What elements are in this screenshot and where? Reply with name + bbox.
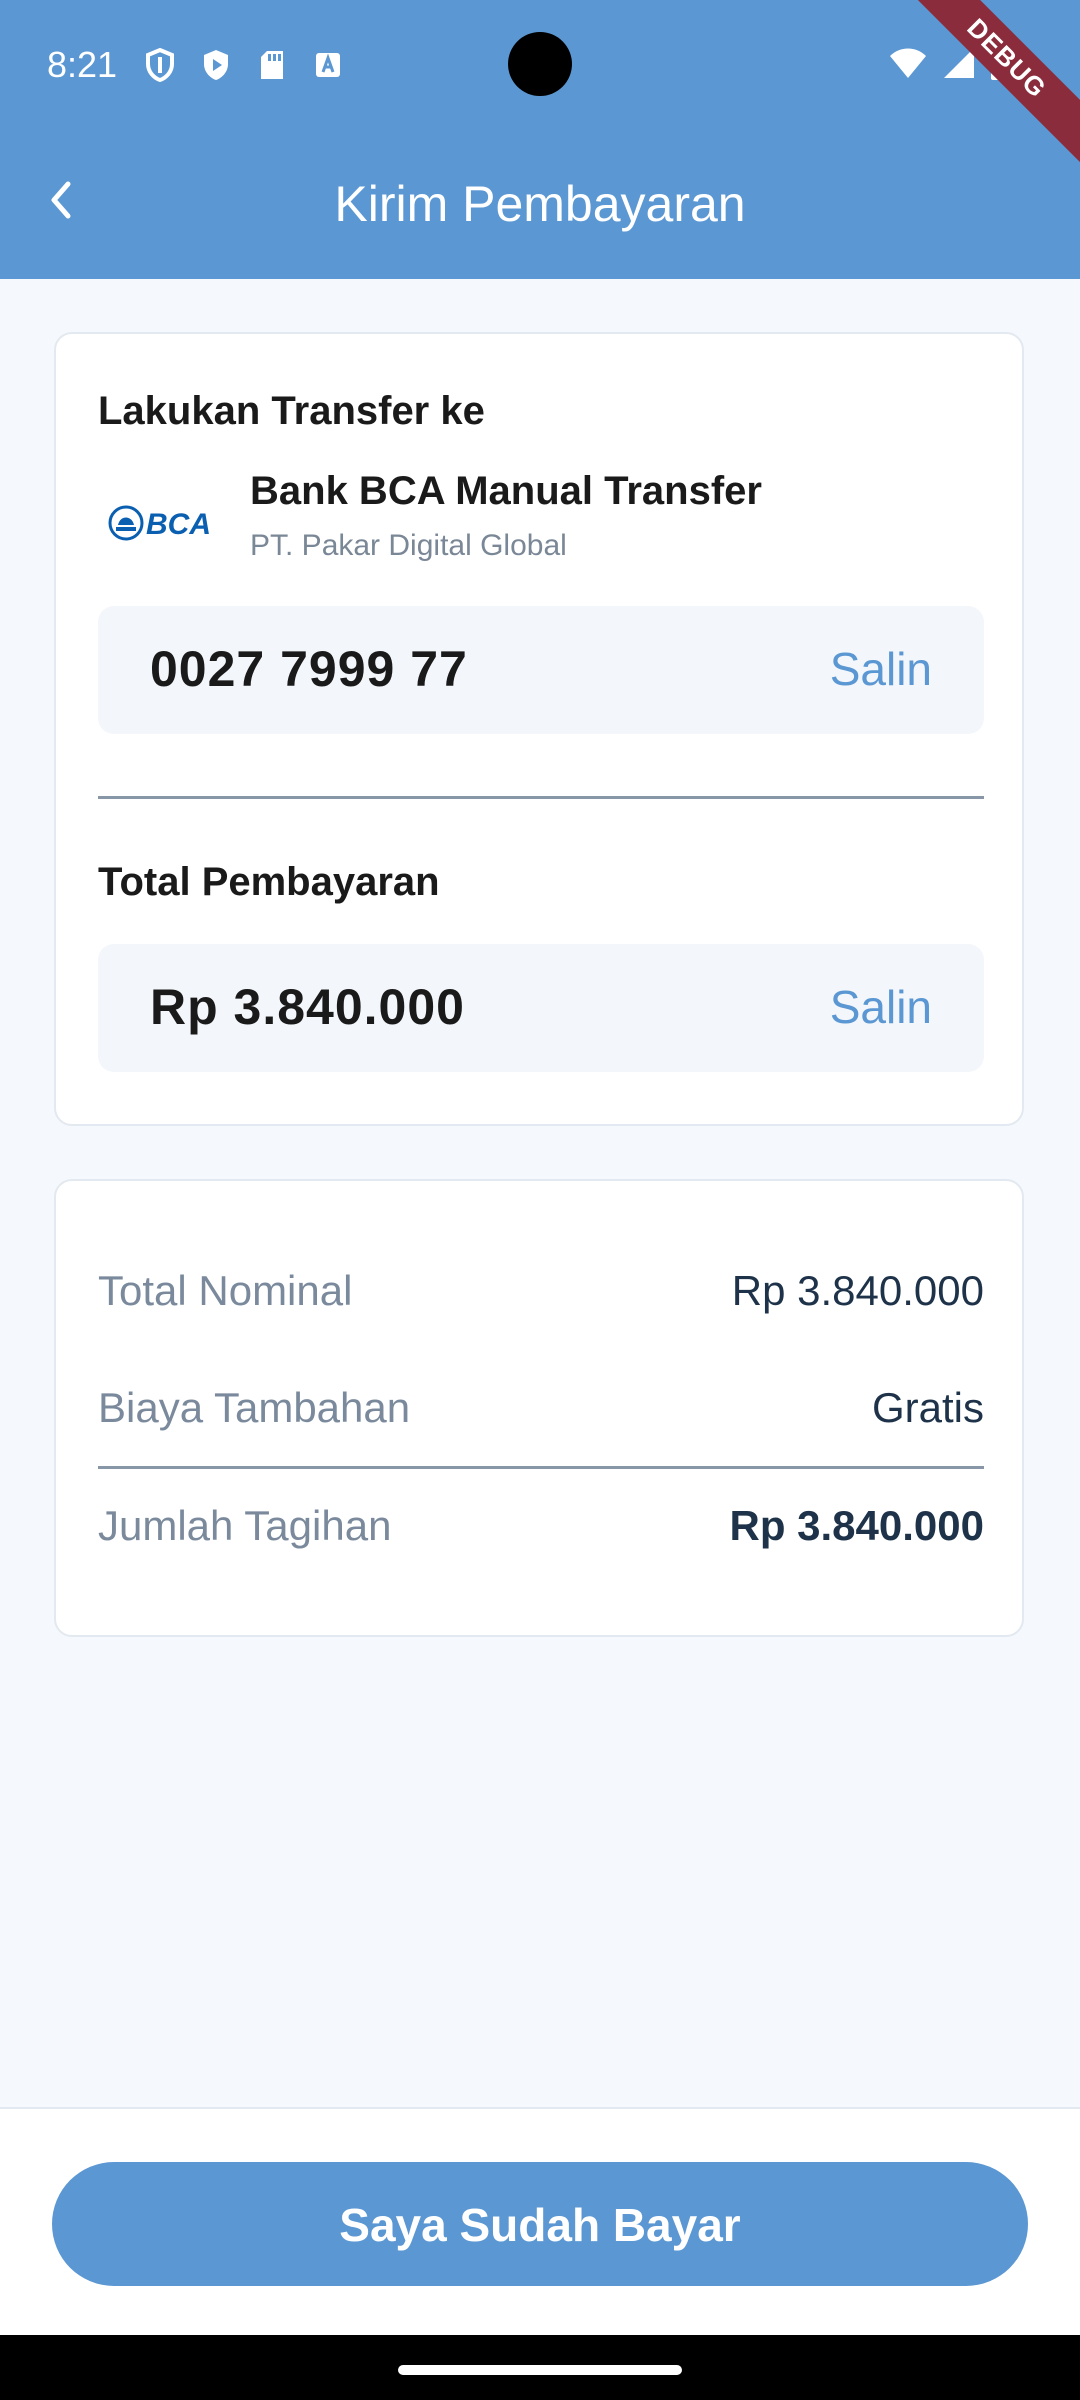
summary-divider — [98, 1466, 984, 1469]
status-bar: 8:21 DEBUG — [0, 0, 1080, 170]
summary-row-bill: Jumlah Tagihan Rp 3.840.000 — [98, 1502, 984, 1558]
bottom-action-bar: Saya Sudah Bayar — [0, 2107, 1080, 2337]
divider — [98, 796, 984, 799]
summary-card: Total Nominal Rp 3.840.000 Biaya Tambaha… — [54, 1179, 1024, 1637]
bca-logo: BCA — [108, 501, 214, 545]
summary-value: Gratis — [871, 1384, 984, 1431]
camera-cutout — [508, 32, 572, 96]
transfer-card: Lakukan Transfer ke BCA Bank BCA Manual … — [54, 332, 1024, 1126]
summary-value: Rp 3.840.000 — [731, 1267, 984, 1314]
summary-label: Biaya Tambahan — [98, 1384, 411, 1431]
summary-row-total-nominal: Total Nominal Rp 3.840.000 — [98, 1267, 984, 1323]
shield-icon — [143, 48, 177, 82]
account-number: 0027 7999 77 — [150, 641, 468, 697]
account-number-box: 0027 7999 77 Salin — [98, 606, 984, 734]
status-icons-left — [143, 48, 345, 82]
app-bar: Kirim Pembayaran — [0, 130, 1080, 279]
home-indicator[interactable] — [398, 2365, 682, 2375]
wifi-icon — [888, 46, 928, 85]
sd-card-icon — [255, 48, 289, 82]
system-nav-bar — [0, 2335, 1080, 2400]
status-time: 8:21 — [47, 44, 118, 85]
bank-name: Bank BCA Manual Transfer — [250, 469, 762, 513]
total-amount-box: Rp 3.840.000 Salin — [98, 944, 984, 1072]
bank-info: BCA Bank BCA Manual Transfer PT. Pakar D… — [98, 469, 978, 579]
copy-amount-button[interactable]: Salin — [830, 980, 932, 1034]
total-amount: Rp 3.840.000 — [150, 979, 465, 1035]
keyboard-a-icon — [311, 48, 345, 82]
svg-text:BCA: BCA — [146, 508, 211, 541]
total-section-label: Total Pembayaran — [98, 860, 440, 904]
summary-row-fee: Biaya Tambahan Gratis — [98, 1384, 984, 1440]
play-protect-icon — [199, 48, 233, 82]
summary-value: Rp 3.840.000 — [729, 1502, 984, 1549]
page-title: Kirim Pembayaran — [334, 176, 746, 232]
paid-button[interactable]: Saya Sudah Bayar — [52, 2162, 1028, 2286]
copy-account-button[interactable]: Salin — [830, 642, 932, 696]
summary-label: Total Nominal — [98, 1267, 353, 1314]
account-holder: PT. Pakar Digital Global — [250, 529, 567, 562]
summary-label: Jumlah Tagihan — [98, 1502, 392, 1549]
transfer-section-label: Lakukan Transfer ke — [98, 389, 485, 433]
header: 8:21 DEBUG Kirim Pembayaran — [0, 0, 1080, 279]
payment-screen: 8:21 DEBUG Kirim Pembayaran Lakukan Tran… — [0, 0, 1080, 2400]
